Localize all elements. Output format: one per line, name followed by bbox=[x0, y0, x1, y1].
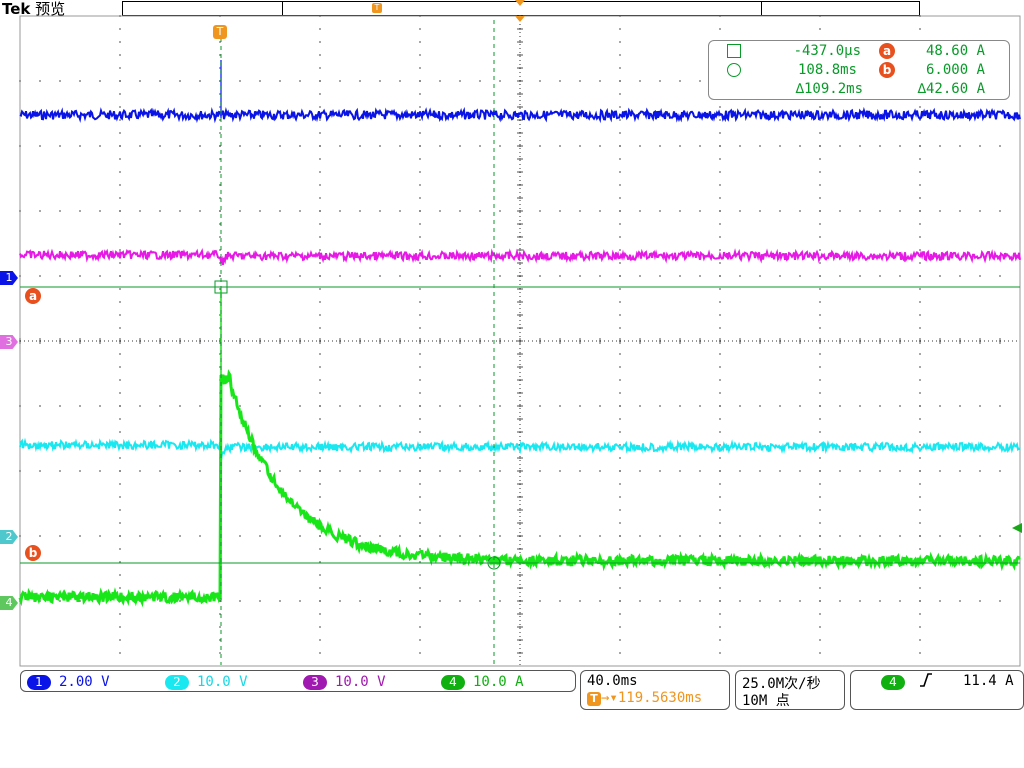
delta-t-value: ∆109.2ms bbox=[795, 81, 863, 97]
a-badge-wrap: a bbox=[879, 43, 895, 59]
cursor-a-icon: a bbox=[879, 43, 895, 59]
waveform-display[interactable] bbox=[0, 0, 1024, 768]
record-trigger-marker: T bbox=[372, 3, 382, 13]
acquisition-panel[interactable]: 25.0M次/秒 10M 点 bbox=[735, 670, 845, 710]
cursor-b-icon: b bbox=[879, 62, 895, 78]
ch1-badge: 1 bbox=[27, 674, 51, 690]
trigger-position-arrow bbox=[515, 0, 525, 6]
cursor-b-label[interactable]: b bbox=[25, 545, 41, 561]
ch2-marker-label: 2 bbox=[5, 530, 13, 543]
trigger-panel[interactable]: 4 11.4 A bbox=[850, 670, 1024, 710]
ch1-scale[interactable]: 1 2.00 V bbox=[27, 674, 110, 690]
ch4-scale[interactable]: 4 10.0 A bbox=[441, 674, 524, 690]
cursor-a-label[interactable]: a bbox=[25, 288, 41, 304]
rising-edge-svg bbox=[920, 673, 932, 687]
ch4-badge: 4 bbox=[441, 674, 465, 690]
delta-a-value: ∆42.60 A bbox=[917, 81, 985, 97]
b-value: 6.000 A bbox=[925, 62, 985, 78]
trigger-position-value: →▾119.5630ms bbox=[601, 690, 703, 706]
a-value: 48.60 A bbox=[925, 43, 985, 59]
trigger-level: 11.4 A bbox=[963, 673, 1014, 689]
b-badge-wrap: b bbox=[879, 62, 895, 78]
ch2-scale-value: 10.0 V bbox=[197, 674, 248, 690]
t1-row bbox=[727, 44, 741, 61]
timebase-scale: 40.0ms bbox=[587, 673, 638, 689]
ch1-waveform bbox=[19, 106, 1021, 124]
ch3-marker-label: 3 bbox=[5, 335, 13, 348]
trigger-position-icon: T bbox=[587, 692, 601, 706]
ch4-waveform bbox=[18, 369, 1021, 608]
square-cursor-icon bbox=[727, 44, 741, 58]
cursor-a-text: a bbox=[28, 289, 38, 303]
record-trigger-label: T bbox=[374, 3, 380, 12]
record-length: 10M 点 bbox=[742, 693, 790, 709]
ch4-scale-value: 10.0 A bbox=[473, 674, 524, 690]
trigger-position-readout: T →▾119.5630ms bbox=[587, 690, 702, 706]
trigger-position-arrow-lower bbox=[515, 16, 525, 22]
ch1-marker-label: 1 bbox=[5, 271, 13, 284]
trigger-source-badge: 4 bbox=[881, 674, 905, 690]
ch3-scale[interactable]: 3 10.0 V bbox=[303, 674, 386, 690]
trigger-marker[interactable]: T bbox=[213, 25, 227, 39]
cursor-b-text: b bbox=[28, 546, 38, 560]
status-bar: 1 2.00 V 2 10.0 V 3 10.0 V 4 10.0 A 40.0ms T… bbox=[0, 669, 1024, 713]
t2-value: 108.8ms bbox=[797, 62, 857, 78]
channel-scale-panel: 1 2.00 V 2 10.0 V 3 10.0 V 4 10.0 A bbox=[20, 670, 576, 692]
t2-row bbox=[727, 63, 741, 80]
circle-cursor-icon bbox=[727, 63, 741, 77]
timebase-panel[interactable]: 40.0ms T →▾119.5630ms bbox=[580, 670, 730, 710]
ch3-scale-value: 10.0 V bbox=[335, 674, 386, 690]
t1-value: -437.0µs bbox=[793, 43, 861, 59]
ch4-marker-label: 4 bbox=[5, 596, 13, 609]
trigger-level-arrow bbox=[1012, 523, 1022, 533]
trigger-source: 4 bbox=[881, 674, 905, 690]
rising-edge-icon bbox=[919, 672, 933, 688]
ch1-scale-value: 2.00 V bbox=[59, 674, 110, 690]
ch3-badge: 3 bbox=[303, 674, 327, 690]
cursor-readout-panel: -437.0µs a 48.60 A 108.8ms b 6.000 A ∆10… bbox=[708, 40, 1010, 100]
ch2-badge: 2 bbox=[165, 674, 189, 690]
ch2-scale[interactable]: 2 10.0 V bbox=[165, 674, 248, 690]
trigger-marker-label: T bbox=[216, 25, 224, 38]
